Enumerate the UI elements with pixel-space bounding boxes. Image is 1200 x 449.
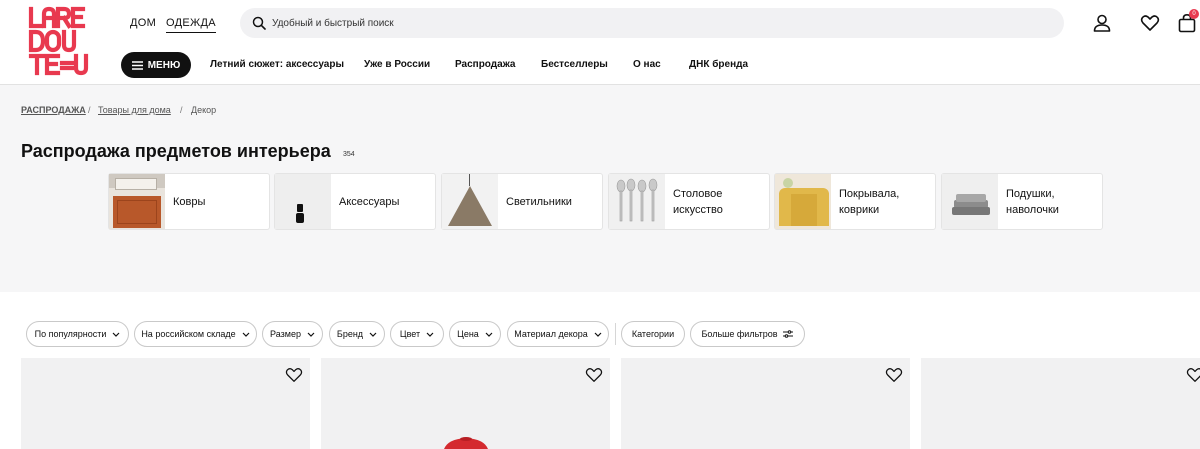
chip-label: Бренд	[336, 329, 364, 339]
category-label: Подушки, наволочки	[1006, 187, 1059, 216]
search-bar[interactable]	[240, 8, 1064, 38]
breadcrumb-item[interactable]: РАСПРОДАЖА	[21, 105, 86, 115]
menu-button[interactable]: МЕНЮ	[121, 52, 191, 78]
filter-price[interactable]: Цена	[449, 321, 501, 347]
chevron-down-icon	[242, 332, 250, 337]
heart-icon[interactable]	[1140, 13, 1160, 33]
category-label: Покрывала, коврики	[839, 187, 900, 216]
filter-color[interactable]: Цвет	[390, 321, 444, 347]
universe-tab-clothing[interactable]: ОДЕЖДА	[166, 17, 216, 33]
breadcrumb-item[interactable]: Товары для дома	[98, 105, 171, 115]
wishlist-heart-icon[interactable]	[885, 366, 903, 384]
nav-link-sale[interactable]: Распродажа	[455, 59, 515, 70]
category-label: Ковры	[173, 195, 206, 208]
breadcrumb-current: Декор	[191, 105, 217, 115]
chip-label: Цвет	[399, 329, 421, 339]
category-tile-tableware[interactable]: Столовое искусство	[608, 173, 770, 230]
user-icon[interactable]	[1092, 13, 1112, 33]
category-tile-accessories[interactable]: Аксессуары	[274, 173, 436, 230]
wishlist-heart-icon[interactable]	[285, 366, 303, 384]
wishlist-heart-icon[interactable]	[585, 366, 603, 384]
filter-categories[interactable]: Категории	[621, 321, 685, 347]
category-image-accessories	[275, 174, 331, 229]
category-tile-rugs[interactable]: Ковры	[108, 173, 270, 230]
chevron-down-icon	[594, 332, 602, 337]
site-header: ДОМ ОДЕЖДА 0 МЕНЮ Летний сюжет: аксессуа…	[0, 0, 1200, 85]
product-card[interactable]	[321, 358, 610, 449]
page-title: Распродажа предметов интерьера	[21, 141, 331, 161]
product-card[interactable]	[621, 358, 910, 449]
category-image-cushions	[942, 174, 998, 229]
cart-count-badge: 0	[1189, 9, 1199, 19]
nav-link-brand-dna[interactable]: ДНК бренда	[689, 59, 748, 70]
category-tile-cushions[interactable]: Подушки, наволочки	[941, 173, 1103, 230]
chevron-down-icon	[112, 332, 120, 337]
chip-label: Больше фильтров	[701, 329, 778, 339]
chevron-down-icon	[369, 332, 377, 337]
nav-link-summer[interactable]: Летний сюжет: аксессуары	[210, 59, 344, 70]
product-count: 354	[343, 151, 355, 158]
sliders-icon	[783, 330, 794, 338]
breadcrumb-separator: /	[180, 105, 183, 115]
category-tile-lighting[interactable]: Светильники	[441, 173, 603, 230]
category-label: Аксессуары	[339, 195, 400, 208]
chevron-down-icon	[307, 332, 315, 337]
chip-label: На российском складе	[141, 329, 236, 339]
menu-label: МЕНЮ	[147, 59, 181, 71]
chip-label: Размер	[270, 329, 301, 339]
filter-brand[interactable]: Бренд	[329, 321, 385, 347]
chip-label: Категории	[631, 329, 675, 339]
sort-dropdown[interactable]: По популярности	[26, 321, 129, 347]
search-input[interactable]	[272, 17, 972, 29]
nav-link-about[interactable]: О нас	[633, 59, 661, 70]
chevron-down-icon	[485, 332, 493, 337]
category-image-lighting	[442, 174, 498, 229]
filter-decor-material[interactable]: Материал декора	[507, 321, 609, 347]
category-image-throws	[775, 174, 831, 229]
chip-label: По популярности	[34, 329, 107, 339]
nav-link-in-russia[interactable]: Уже в России	[364, 59, 430, 70]
product-card[interactable]	[21, 358, 310, 449]
chip-label: Материал декора	[514, 329, 588, 339]
filter-divider	[615, 323, 616, 345]
category-image-tableware	[609, 174, 665, 229]
wishlist-heart-icon[interactable]	[1186, 366, 1200, 384]
product-image-red-lamp	[444, 437, 488, 449]
product-card[interactable]	[921, 358, 1200, 449]
la-redoute-logo[interactable]	[28, 6, 98, 76]
universe-tab-home[interactable]: ДОМ	[130, 17, 156, 29]
breadcrumb-separator: /	[88, 105, 91, 115]
category-tile-throws[interactable]: Покрывала, коврики	[774, 173, 936, 230]
chip-label: Цена	[457, 329, 479, 339]
category-label: Светильники	[506, 195, 572, 208]
filter-size[interactable]: Размер	[262, 321, 323, 347]
hamburger-icon	[131, 60, 143, 70]
search-icon	[252, 16, 266, 30]
more-filters-button[interactable]: Больше фильтров	[690, 321, 805, 347]
nav-link-bestsellers[interactable]: Бестселлеры	[541, 59, 608, 70]
filter-russian-warehouse[interactable]: На российском складе	[134, 321, 257, 347]
chevron-down-icon	[426, 332, 434, 337]
category-image-rugs	[109, 174, 165, 229]
category-label: Столовое искусство	[673, 187, 723, 216]
